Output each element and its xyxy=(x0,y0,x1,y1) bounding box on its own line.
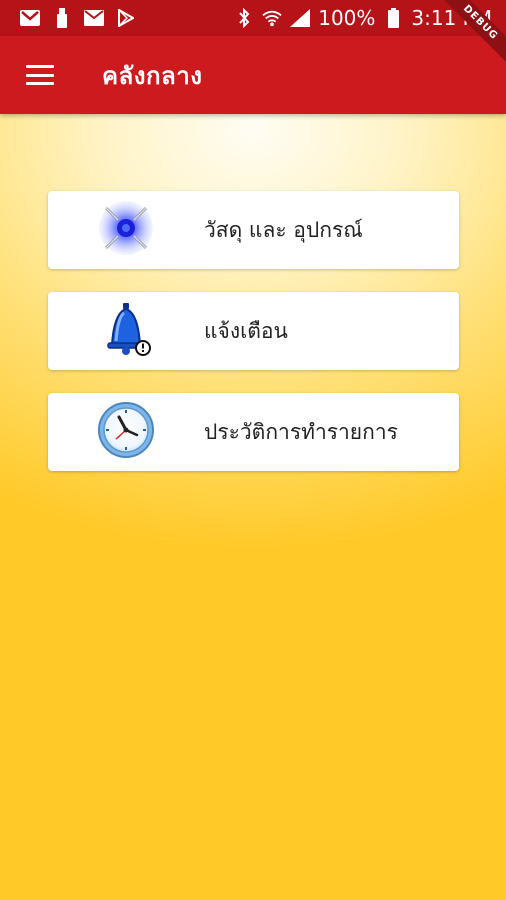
play-store-icon xyxy=(116,8,136,28)
bell-alert-icon xyxy=(98,301,154,361)
materials-icon xyxy=(98,200,154,260)
gmail-icon xyxy=(20,8,40,28)
app-bar: คลังกลาง xyxy=(0,36,506,114)
menu-item-materials[interactable]: วัสดุ และ อุปกรณ์ xyxy=(48,191,459,269)
menu-item-label: วัสดุ และ อุปกรณ์ xyxy=(204,217,363,242)
page-title: คลังกลาง xyxy=(102,61,203,90)
menu-item-label: แจ้งเตือน xyxy=(204,318,288,343)
signal-icon xyxy=(290,8,311,28)
hamburger-menu-icon[interactable] xyxy=(26,65,54,85)
battery-icon xyxy=(383,8,403,28)
clock-icon xyxy=(97,401,155,463)
usb-icon xyxy=(52,8,72,28)
status-bar: 100% 3:11 PM xyxy=(0,0,506,36)
menu-item-notifications[interactable]: แจ้งเตือน xyxy=(48,292,459,370)
battery-percent: 100% xyxy=(318,6,376,30)
wifi-icon xyxy=(262,8,282,28)
menu-item-label: ประวัติการทำรายการ xyxy=(204,419,398,444)
bluetooth-icon xyxy=(234,8,254,28)
mail-icon xyxy=(84,8,104,28)
menu-item-history[interactable]: ประวัติการทำรายการ xyxy=(48,393,459,471)
